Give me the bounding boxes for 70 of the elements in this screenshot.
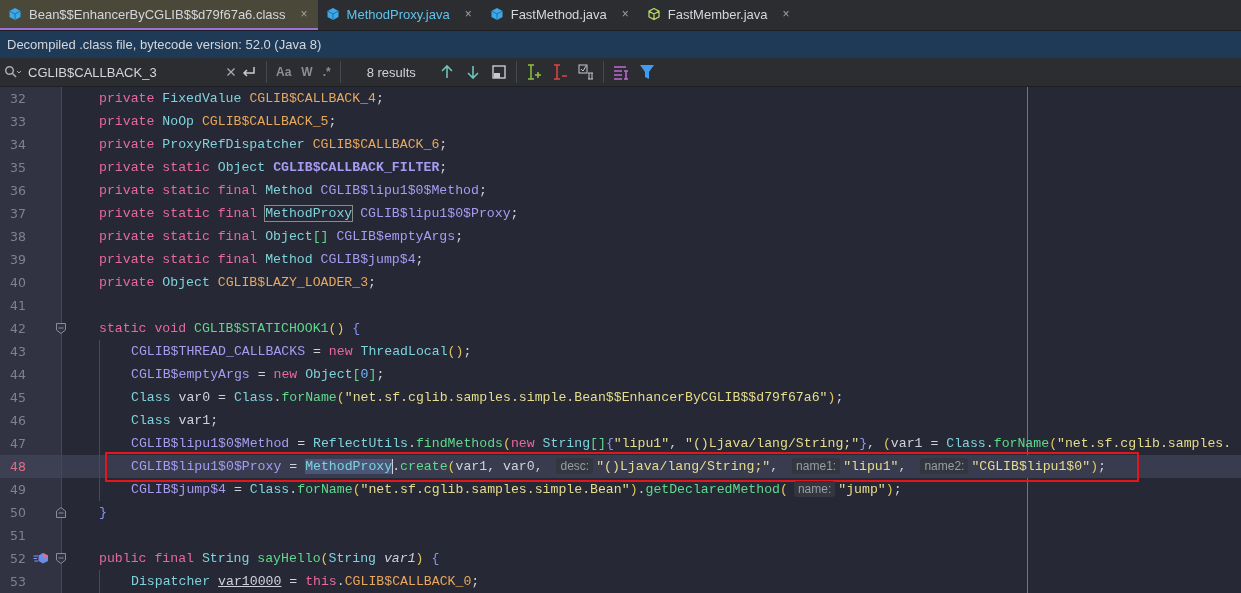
line-number: 53 bbox=[10, 574, 26, 589]
filter-lines-icon[interactable] bbox=[612, 64, 629, 80]
window-icon[interactable] bbox=[490, 64, 507, 80]
filter-icon[interactable] bbox=[638, 64, 655, 80]
search-option[interactable]: W bbox=[296, 65, 318, 79]
line-number: 37 bbox=[10, 206, 26, 221]
code-line: Class var0 = Class.forName("net.sf.cglib.samples.simple.Bean$$EnhancerByCGLIB$$d79f67a6"); bbox=[131, 390, 844, 405]
close-icon[interactable]: × bbox=[464, 7, 472, 21]
line-number: 44 bbox=[10, 367, 26, 382]
close-icon[interactable]: × bbox=[300, 7, 308, 21]
code-line: CGLIB$THREAD_CALLBACKS = new ThreadLocal(); bbox=[131, 344, 472, 359]
line-number: 42 bbox=[10, 321, 26, 336]
fold-icon[interactable] bbox=[55, 552, 67, 565]
line-number: 50 bbox=[10, 505, 26, 520]
select-all-icon[interactable] bbox=[577, 64, 594, 80]
code-line: CGLIB$emptyArgs = new Object[0]; bbox=[131, 367, 385, 382]
code-line: static void CGLIB$STATICHOOK1() { bbox=[99, 321, 361, 336]
code-line: Class var1; bbox=[131, 413, 219, 428]
code-line: CGLIB$jump$4 = Class.forName("net.sf.cglib.samples.simple.Bean").getDeclaredMethod( name: "jump"); bbox=[131, 482, 902, 497]
line-number: 41 bbox=[10, 298, 26, 313]
cube-icon bbox=[325, 7, 340, 21]
code-line: CGLIB$lipu1$0$Proxy = MethodProxy.create(var1, var0, desc: "()Ljava/lang/String;", name1: "lipu1", name2: "CGLIB$lipu1$0"); bbox=[131, 459, 1106, 474]
remove-cursor-icon[interactable] bbox=[551, 64, 568, 80]
info-text: Decompiled .class file, bytecode version: 52.0 (Java 8) bbox=[7, 37, 322, 52]
code-line: private static final Method CGLIB$jump$4; bbox=[99, 252, 424, 267]
line-number: 32 bbox=[10, 91, 26, 106]
down-arrow-icon[interactable] bbox=[464, 64, 481, 80]
line-number: 47 bbox=[10, 436, 26, 451]
close-icon[interactable]: × bbox=[782, 7, 790, 21]
search-option[interactable]: Aa bbox=[271, 65, 297, 79]
code-line: } bbox=[99, 505, 107, 520]
editor-tab[interactable]: Bean$$EnhancerByCGLIB$$d79f67a6.class × bbox=[0, 0, 318, 30]
add-cursor-icon[interactable] bbox=[525, 64, 542, 80]
code-line: CGLIB$lipu1$0$Method = ReflectUtils.findMethods(new String[]{"lipu1", "()Ljava/lang/String;"}, (var1 = Class.forName("net.sf.cglib.samples. bbox=[131, 436, 1232, 451]
code-line: private Object CGLIB$LAZY_LOADER_3; bbox=[99, 275, 376, 290]
line-number: 52 bbox=[10, 551, 26, 566]
results-count: 8 results bbox=[366, 64, 416, 80]
cube-icon bbox=[646, 7, 661, 21]
code-line: private static final Object[] CGLIB$emptyArgs; bbox=[99, 229, 464, 244]
code-line: private static final MethodProxy CGLIB$lipu1$0$Proxy; bbox=[99, 206, 519, 221]
line-number: 33 bbox=[10, 114, 26, 129]
cube-icon bbox=[8, 7, 22, 21]
code-line: private ProxyRefDispatcher CGLIB$CALLBACK_6; bbox=[99, 137, 448, 152]
line-number: 35 bbox=[10, 160, 26, 175]
line-number: 39 bbox=[10, 252, 26, 267]
line-number: 40 bbox=[10, 275, 26, 290]
line-number: 51 bbox=[10, 528, 26, 543]
code-line: private static final Method CGLIB$lipu1$0$Method; bbox=[99, 183, 487, 198]
code-line: Dispatcher var10000 = this.CGLIB$CALLBACK_0; bbox=[131, 574, 480, 589]
line-number: 48 bbox=[10, 459, 26, 474]
line-number: 45 bbox=[10, 390, 26, 405]
cube-icon bbox=[489, 7, 504, 21]
line-number: 49 bbox=[10, 482, 26, 497]
line-number: 36 bbox=[10, 183, 26, 198]
implementation-icon[interactable] bbox=[33, 551, 49, 565]
search-icon bbox=[4, 65, 22, 79]
search-option[interactable]: .* bbox=[317, 65, 336, 79]
clear-icon[interactable] bbox=[226, 67, 236, 77]
close-icon[interactable]: × bbox=[621, 7, 629, 21]
fold-icon[interactable] bbox=[55, 322, 67, 335]
line-number: 38 bbox=[10, 229, 26, 244]
code-line: private FixedValue CGLIB$CALLBACK_4; bbox=[99, 91, 384, 106]
line-number: 46 bbox=[10, 413, 26, 428]
code-line: private static Object CGLIB$CALLBACK_FILTER; bbox=[99, 160, 448, 175]
fold-icon[interactable] bbox=[55, 506, 67, 519]
line-number: 43 bbox=[10, 344, 26, 359]
code-line: public final String sayHello(String var1) { bbox=[99, 551, 440, 566]
code-line: private NoOp CGLIB$CALLBACK_5; bbox=[99, 114, 337, 129]
search-field[interactable]: CGLIB$CALLBACK_3 bbox=[26, 63, 222, 81]
line-number: 34 bbox=[10, 137, 26, 152]
